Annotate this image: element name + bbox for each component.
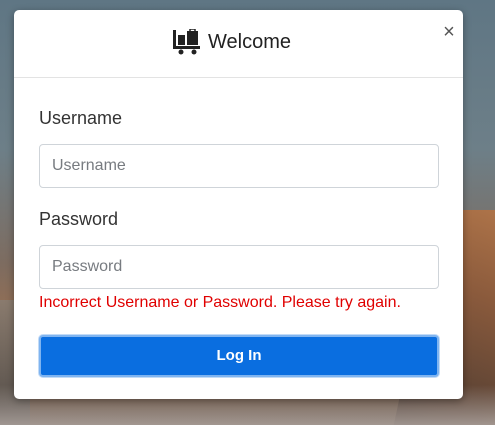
modal-header: Welcome ×	[14, 10, 463, 78]
luggage-cart-icon	[172, 29, 202, 55]
error-message: Incorrect Username or Password. Please t…	[39, 294, 401, 311]
username-input[interactable]	[39, 144, 439, 188]
username-label: Username	[39, 108, 123, 128]
login-modal: Welcome × Username Password Incorrect Us…	[14, 10, 463, 399]
login-button[interactable]: Log In	[39, 335, 439, 377]
close-button[interactable]: ×	[441, 22, 457, 42]
title-wrap: Welcome	[172, 27, 291, 57]
password-input[interactable]	[39, 245, 439, 289]
password-label: Password	[39, 209, 119, 229]
modal-title: Welcome	[208, 30, 291, 53]
